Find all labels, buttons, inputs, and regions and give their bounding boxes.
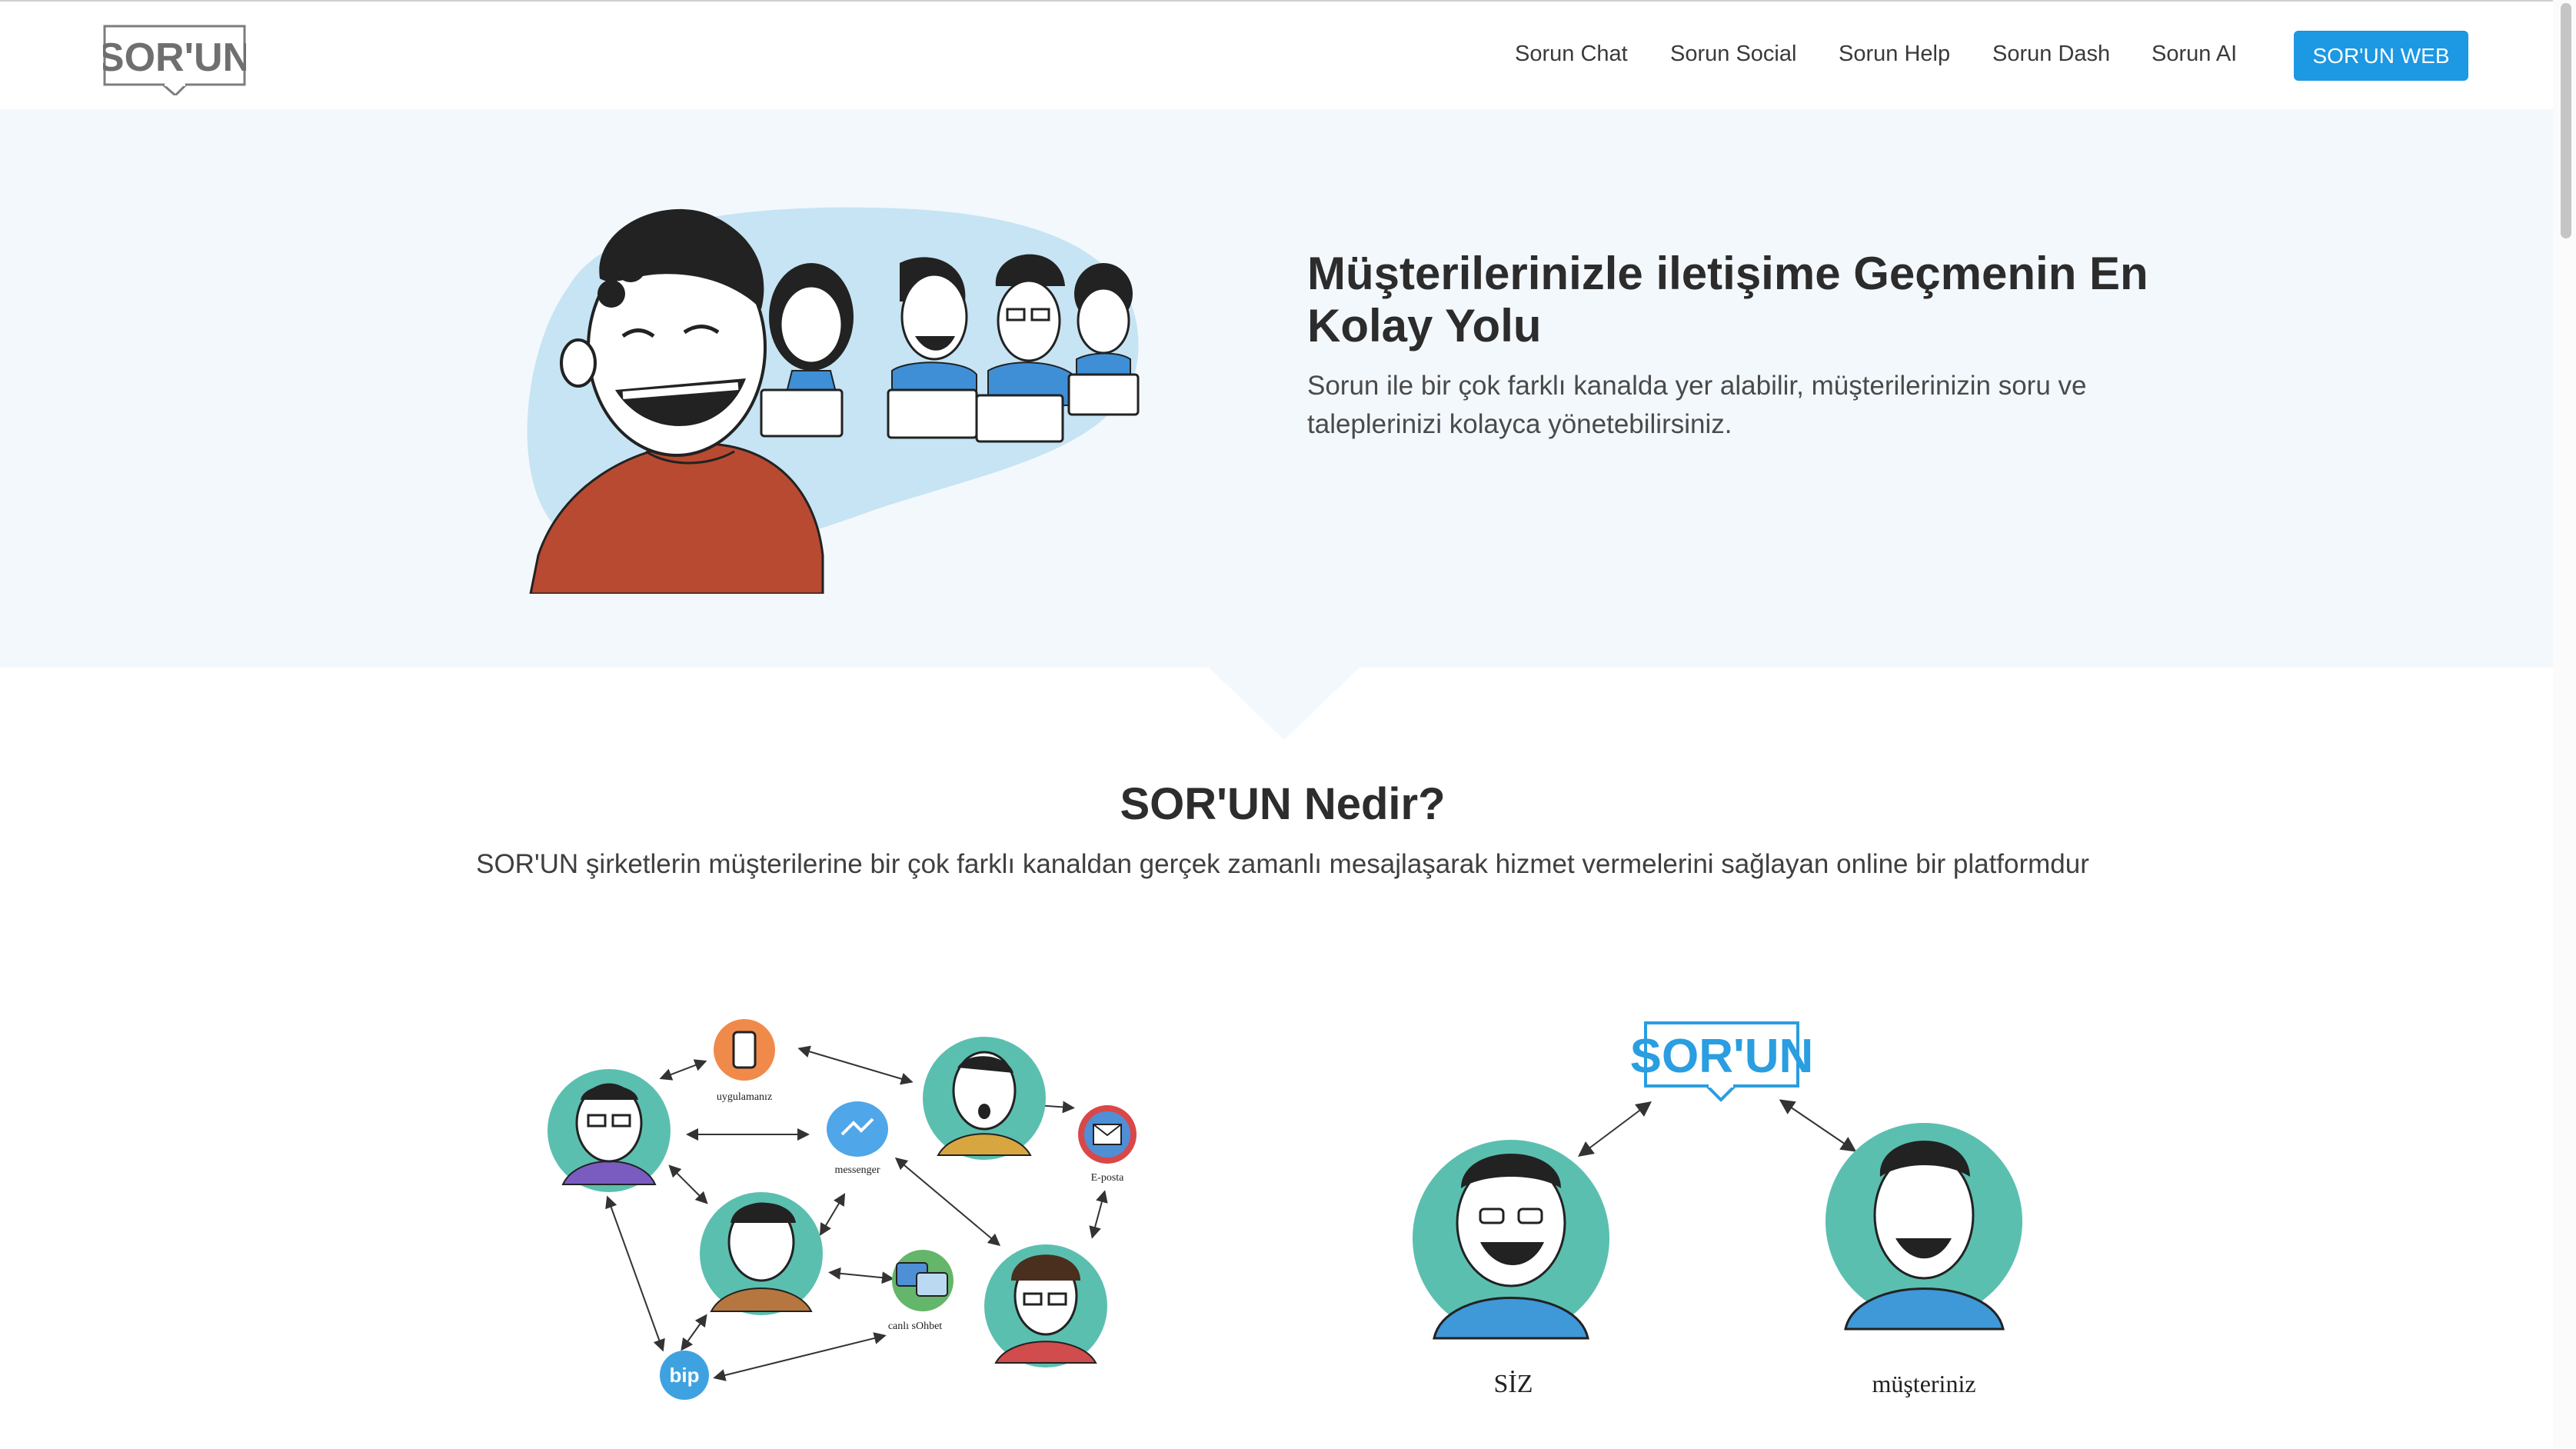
- hero-section: Müşterilerinizle iletişime Geçmenin En K…: [0, 109, 2553, 668]
- bip-icon: bip: [660, 1351, 709, 1400]
- hero-subtitle: Sorun ile bir çok farklı kanalda yer ala…: [1307, 371, 2087, 439]
- about-description: SOR'UN şirketlerin müşterilerine bir çok…: [476, 849, 2089, 879]
- nav-sorun-help[interactable]: Sorun Help: [1839, 42, 1950, 67]
- person-bottom-right: [984, 1244, 1107, 1367]
- nav-sorun-social[interactable]: Sorun Social: [1670, 42, 1796, 67]
- sorun-connection-illustration: SOR'UN SİZ müşteriniz: [1413, 1021, 2022, 1398]
- person-musteriniz: [1825, 1123, 2022, 1331]
- email-label: E-posta: [1091, 1172, 1125, 1184]
- scrollbar-thumb[interactable]: [2561, 3, 2571, 238]
- person-top-right: [923, 1037, 1046, 1160]
- nav-sorun-chat[interactable]: Sorun Chat: [1515, 42, 1628, 67]
- hero-illustration: [527, 207, 1140, 594]
- logo-text: SOR'UN: [103, 35, 246, 80]
- channels-network-illustration: uygulamanız messenger E-posta canlı sOhb…: [547, 1019, 1137, 1400]
- person-siz: [1413, 1140, 1609, 1340]
- live-chat-label: canlı sOhbet: [888, 1321, 942, 1332]
- sorun-center-logo: SOR'UN: [1630, 1021, 1814, 1102]
- live-chat-icon: [892, 1250, 954, 1311]
- email-icon: [1078, 1105, 1137, 1164]
- messenger-label: messenger: [834, 1164, 880, 1176]
- siz-label: SİZ: [1494, 1370, 1533, 1398]
- messenger-icon: [827, 1101, 888, 1157]
- arrow-siz: [1578, 1101, 1652, 1157]
- person-center: [700, 1192, 823, 1315]
- musteriniz-label: müşteriniz: [1872, 1370, 1975, 1397]
- hero-title: Müşterilerinizle iletişime Geçmenin En K…: [1307, 248, 2148, 351]
- phone-app-icon: [714, 1019, 775, 1081]
- about-title: SOR'UN Nedir?: [1120, 779, 1446, 829]
- arrow-musteriniz: [1779, 1099, 1857, 1152]
- sorun-logo[interactable]: SOR'UN: [103, 25, 246, 95]
- page-scrollbar[interactable]: [2553, 0, 2576, 1449]
- sorun-center-logo-text: SOR'UN: [1630, 1030, 1814, 1083]
- nav-sorun-ai[interactable]: Sorun AI: [2152, 42, 2237, 67]
- nav-sorun-dash[interactable]: Sorun Dash: [1992, 42, 2110, 67]
- sorun-web-button[interactable]: SOR'UN WEB: [2294, 31, 2468, 81]
- bip-text: bip: [670, 1364, 700, 1387]
- person-top-left: [547, 1069, 671, 1192]
- navbar: SOR'UN Sorun Chat Sorun Social Sorun Hel…: [0, 2, 2576, 109]
- section-pointer: [1207, 666, 1361, 740]
- app-label: uygulamanız: [717, 1091, 772, 1103]
